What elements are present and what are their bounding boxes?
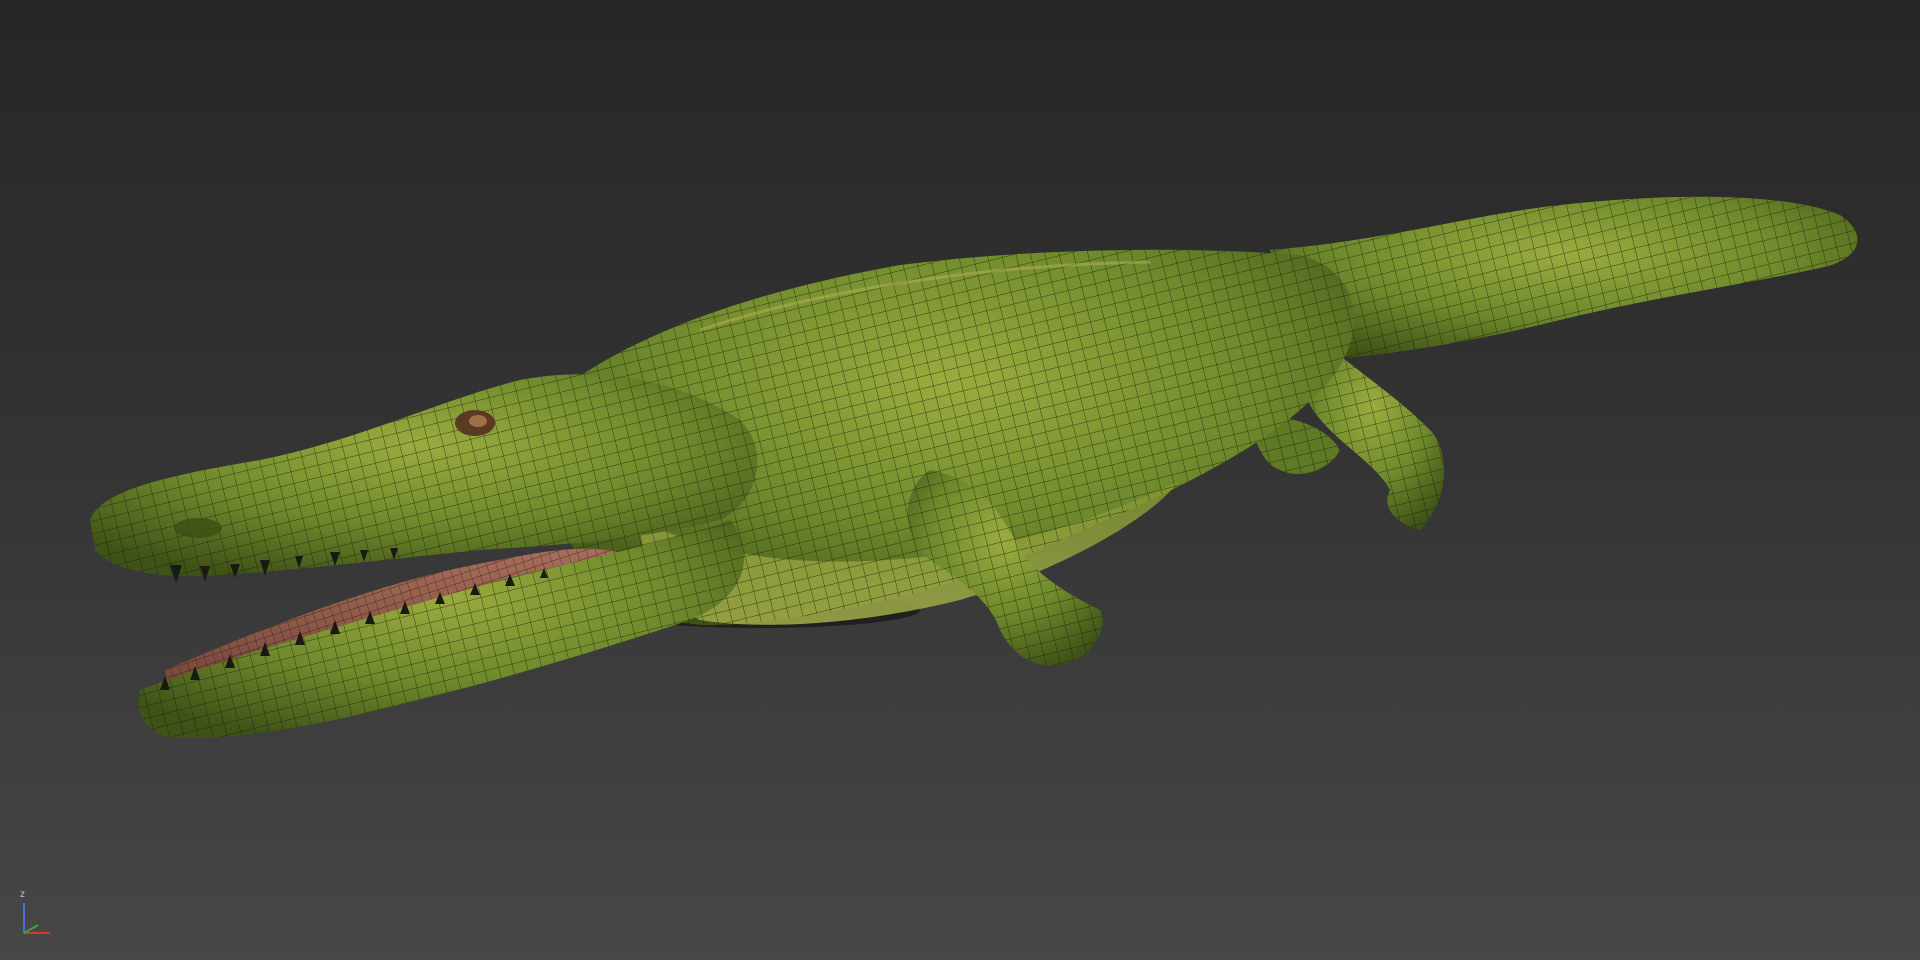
z-axis-label: z bbox=[20, 889, 25, 900]
3d-viewport[interactable]: z bbox=[0, 0, 1920, 960]
axis-gizmo[interactable]: z bbox=[14, 885, 64, 945]
tail bbox=[1270, 196, 1858, 360]
crocodile-model[interactable] bbox=[0, 0, 1920, 960]
y-axis-line bbox=[23, 924, 39, 934]
nostril bbox=[174, 518, 222, 538]
